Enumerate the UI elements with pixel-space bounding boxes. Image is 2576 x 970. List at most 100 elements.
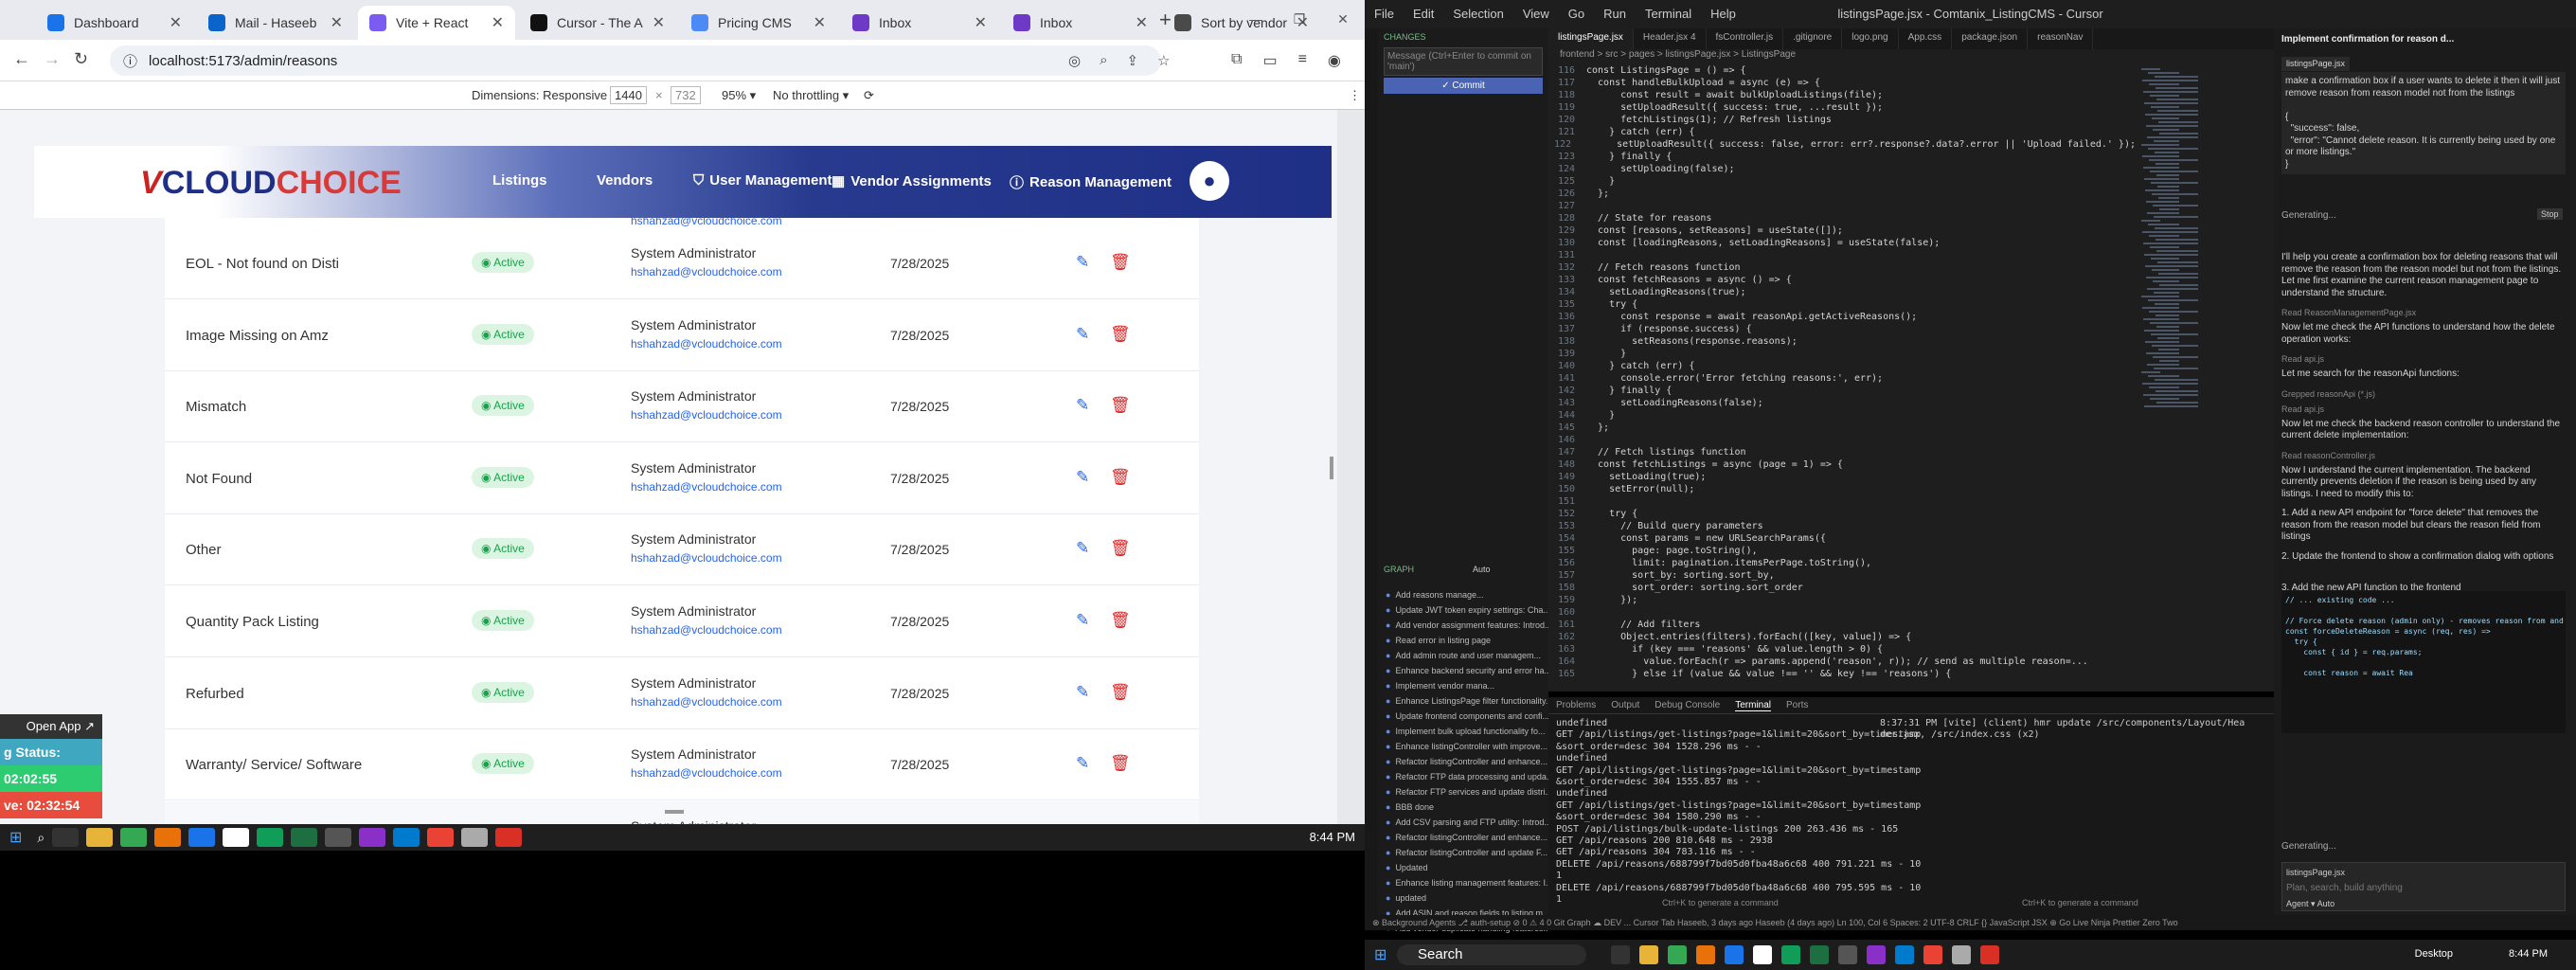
reload-icon[interactable]: ↻: [74, 49, 88, 69]
graph-auto-toggle[interactable]: Auto: [1473, 565, 1491, 574]
app-icon[interactable]: [154, 828, 182, 847]
tab-close-icon[interactable]: ✕: [653, 13, 665, 32]
editor-tab[interactable]: Header.jsx 4: [1634, 28, 1707, 49]
bookmark-star-icon[interactable]: ☆: [1157, 52, 1170, 69]
edit-icon[interactable]: ✎: [1076, 396, 1089, 415]
trash-icon[interactable]: 🗑: [1110, 754, 1131, 773]
app-icon[interactable]: [1753, 945, 1772, 964]
panel-tab[interactable]: Terminal: [1735, 700, 1772, 711]
media-icon[interactable]: ≡: [1298, 51, 1307, 70]
commit-item[interactable]: Enhance listingController with improve..…: [1378, 739, 1548, 754]
menu-item[interactable]: File: [1374, 7, 1394, 21]
browser-tab[interactable]: Pricing CMS ✕: [680, 6, 837, 40]
restore-icon[interactable]: ❐: [1278, 0, 1321, 38]
commit-item[interactable]: Refactor FTP data processing and upda...: [1378, 769, 1548, 784]
chat-input[interactable]: listingsPage.jsx Plan, search, build any…: [2281, 862, 2566, 911]
browser-tab[interactable]: Mail - Haseeb ✕: [197, 6, 354, 40]
vcloudchoice-logo[interactable]: VCLOUDCHOICE: [140, 165, 402, 202]
input-file-chip[interactable]: listingsPage.jsx: [2286, 867, 2561, 879]
resize-handle[interactable]: [665, 810, 684, 814]
trash-icon[interactable]: 🗑: [1110, 253, 1131, 272]
edit-icon[interactable]: ✎: [1076, 539, 1089, 558]
agent-mode-select[interactable]: Agent ▾ Auto: [2286, 898, 2561, 910]
commit-item[interactable]: Refactor listingController and enhance..…: [1378, 754, 1548, 769]
tab-close-icon[interactable]: ✕: [975, 13, 987, 32]
editor-tab[interactable]: logo.png: [1842, 28, 1899, 49]
context-file-chip[interactable]: listingsPage.jsx: [2281, 57, 2351, 71]
browser-tab[interactable]: Dashboard ✕: [36, 6, 193, 40]
task-view-icon[interactable]: [52, 828, 80, 847]
edit-icon[interactable]: ✎: [1076, 253, 1089, 272]
panel-tab[interactable]: Output: [1611, 700, 1639, 710]
editor-tab[interactable]: reasonNav: [2028, 28, 2094, 49]
browser-tab[interactable]: Vite + React ✕: [358, 6, 515, 40]
app-icon[interactable]: [1838, 945, 1857, 964]
tab-close-icon[interactable]: ✕: [1136, 13, 1148, 32]
commit-item[interactable]: Updated: [1378, 860, 1548, 875]
commit-item[interactable]: Update JWT token expiry settings: Cha...: [1378, 602, 1548, 618]
vscode-icon[interactable]: [1895, 945, 1914, 964]
commit-item[interactable]: Add reasons manage...: [1378, 587, 1548, 602]
panel-tab[interactable]: Problems: [1556, 700, 1596, 710]
profile-icon[interactable]: ◉: [1328, 51, 1341, 70]
menu-item[interactable]: Run: [1603, 7, 1626, 21]
width-input[interactable]: 1440: [610, 86, 647, 104]
excel-icon[interactable]: [291, 828, 318, 847]
nav-vendors[interactable]: Vendors: [597, 172, 653, 189]
nav-reason-management[interactable]: ⓘ Reason Management: [1010, 172, 1172, 192]
side-resize-handle[interactable]: [1330, 457, 1333, 479]
commit-item[interactable]: Implement vendor mana...: [1378, 678, 1548, 693]
taskbar-search[interactable]: Search: [1397, 944, 1586, 965]
stop-button[interactable]: Stop: [2537, 208, 2563, 220]
zoom-icon[interactable]: ⌕: [1100, 52, 1107, 69]
commit-item[interactable]: Refactor listingController and enhance..…: [1378, 830, 1548, 845]
commit-item[interactable]: Add vendor assignment features: Introd..…: [1378, 618, 1548, 633]
commit-item[interactable]: Enhance backend security and error ha...: [1378, 663, 1548, 678]
app-icon[interactable]: [257, 828, 284, 847]
commit-item[interactable]: Enhance listing management features: I..…: [1378, 875, 1548, 890]
app-icon[interactable]: [325, 828, 352, 847]
menu-item[interactable]: Go: [1568, 7, 1584, 21]
rotate-icon[interactable]: ⟳: [864, 88, 874, 103]
tab-search-icon[interactable]: ▭: [1262, 51, 1277, 70]
edit-icon[interactable]: ✎: [1076, 683, 1089, 702]
commit-item[interactable]: BBB done: [1378, 799, 1548, 815]
commit-item[interactable]: Add admin route and user managem...: [1378, 648, 1548, 663]
tab-close-icon[interactable]: ✕: [170, 13, 182, 32]
app-icon[interactable]: [223, 828, 250, 847]
eye-off-icon[interactable]: ◎: [1068, 52, 1081, 69]
app-icon[interactable]: [188, 828, 216, 847]
height-input[interactable]: 732: [671, 86, 701, 104]
app-icon[interactable]: [359, 828, 386, 847]
menu-item[interactable]: Selection: [1453, 7, 1503, 21]
editor-tab[interactable]: listingsPage.jsx: [1548, 28, 1634, 49]
show-desktop-label[interactable]: Desktop: [2415, 948, 2453, 960]
edit-icon[interactable]: ✎: [1076, 611, 1089, 630]
app-icon[interactable]: [1952, 945, 1971, 964]
terminal-output-frontend[interactable]: 8:37:31 PM [vite] (client) hmr update /s…: [1880, 718, 2268, 742]
commit-item[interactable]: updated: [1378, 890, 1548, 906]
excel-icon[interactable]: [1810, 945, 1829, 964]
commit-message-input[interactable]: Message (Ctrl+Enter to commit on 'main'): [1384, 47, 1543, 76]
edit-icon[interactable]: ✎: [1076, 468, 1089, 487]
file-explorer-icon[interactable]: [1639, 945, 1658, 964]
commit-item[interactable]: Enhance ListingsPage filter functionalit…: [1378, 693, 1548, 709]
editor-tab[interactable]: App.css: [1899, 28, 1953, 49]
app-icon[interactable]: [1725, 945, 1744, 964]
app-icon[interactable]: [1980, 945, 1999, 964]
file-explorer-icon[interactable]: [86, 828, 114, 847]
trash-icon[interactable]: 🗑: [1110, 539, 1131, 558]
back-icon[interactable]: ←: [13, 49, 30, 69]
tab-close-icon[interactable]: ✕: [492, 13, 504, 32]
trash-icon[interactable]: 🗑: [1110, 611, 1131, 630]
tab-close-icon[interactable]: ✕: [814, 13, 826, 32]
editor-tab[interactable]: fsController.js: [1707, 28, 1784, 49]
nav-vendor-assignments[interactable]: ▦ Vendor Assignments: [832, 172, 992, 190]
dimensions-select[interactable]: Dimensions: Responsive ▾: [472, 88, 617, 103]
commit-item[interactable]: Refactor FTP services and update distri.…: [1378, 784, 1548, 799]
minimap[interactable]: [2136, 64, 2274, 692]
chrome-icon[interactable]: [120, 828, 148, 847]
trash-icon[interactable]: 🗑: [1110, 325, 1131, 344]
site-info-icon[interactable]: ⓘ: [123, 51, 137, 71]
app-icon[interactable]: [1867, 945, 1886, 964]
